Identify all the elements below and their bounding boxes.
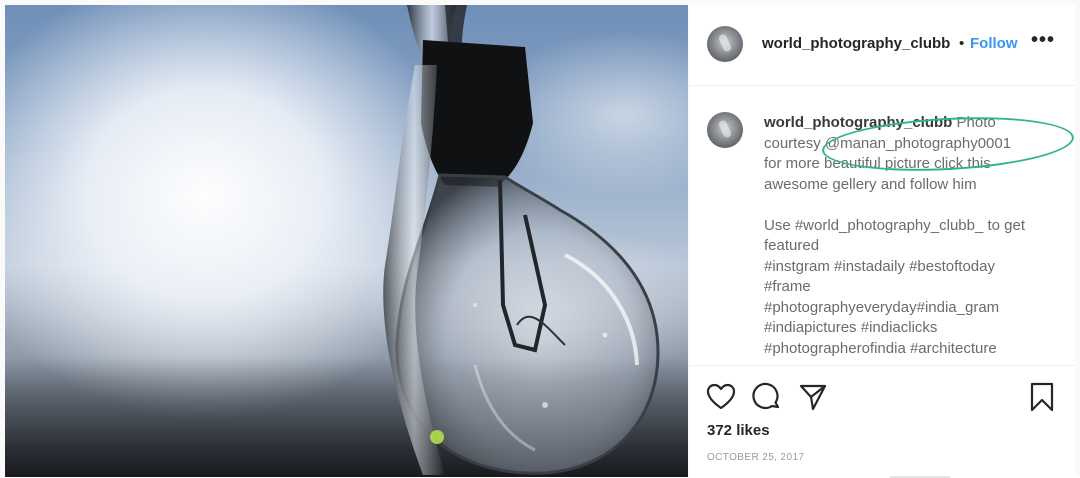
caption-line-10: #indiapictures #indiaclicks [764, 319, 938, 336]
post-frame: world_photography_clubb • Follow ••• wor… [0, 0, 1080, 478]
share-icon[interactable] [797, 381, 829, 413]
post-photo[interactable] [5, 5, 688, 477]
post-caption: world_photography_clubb Photo courtesy @… [764, 113, 1064, 359]
post-side-panel: world_photography_clubb • Follow ••• wor… [690, 5, 1076, 478]
post-date: OCTOBER 25, 2017 [707, 452, 805, 463]
more-options-icon[interactable]: ••• [1031, 29, 1055, 52]
post-header: world_photography_clubb • Follow ••• [690, 5, 1075, 86]
header-separator: • [959, 35, 965, 52]
avatar[interactable] [707, 26, 743, 62]
likes-count[interactable]: 372 likes [707, 422, 770, 439]
caption-line-7: #instgram #instadaily #bestoftoday [764, 257, 995, 275]
post-username[interactable]: world_photography_clubb [762, 35, 950, 52]
caption-line-5: Use #world_photography_clubb_ to get [764, 216, 1026, 234]
caption-line-8: #frame [764, 278, 811, 295]
caption-line-3: for more beautiful picture click this [764, 155, 991, 172]
bookmark-icon[interactable] [1026, 381, 1058, 413]
caption-line-2: courtesy @manan_photography0001 [764, 134, 1012, 152]
caption-line-11: #photographerofindia #architecture [764, 339, 997, 357]
follow-button[interactable]: Follow [970, 35, 1018, 52]
lightbulb-illustration [383, 5, 660, 475]
caption-gap [764, 195, 1064, 216]
caption-line-1: Photo [952, 114, 996, 131]
caption-line-9: #photographyeveryday#india_gram [764, 298, 1000, 316]
caption-line-4: awesome gellery and follow him [764, 175, 977, 193]
caption-avatar[interactable] [707, 112, 743, 148]
comment-icon[interactable] [751, 381, 783, 413]
caption-line-6: featured [764, 237, 820, 254]
post-actions: 372 likes OCTOBER 25, 2017 [690, 365, 1075, 478]
heart-icon[interactable] [705, 381, 737, 413]
caption-username[interactable]: world_photography_clubb [764, 114, 952, 131]
